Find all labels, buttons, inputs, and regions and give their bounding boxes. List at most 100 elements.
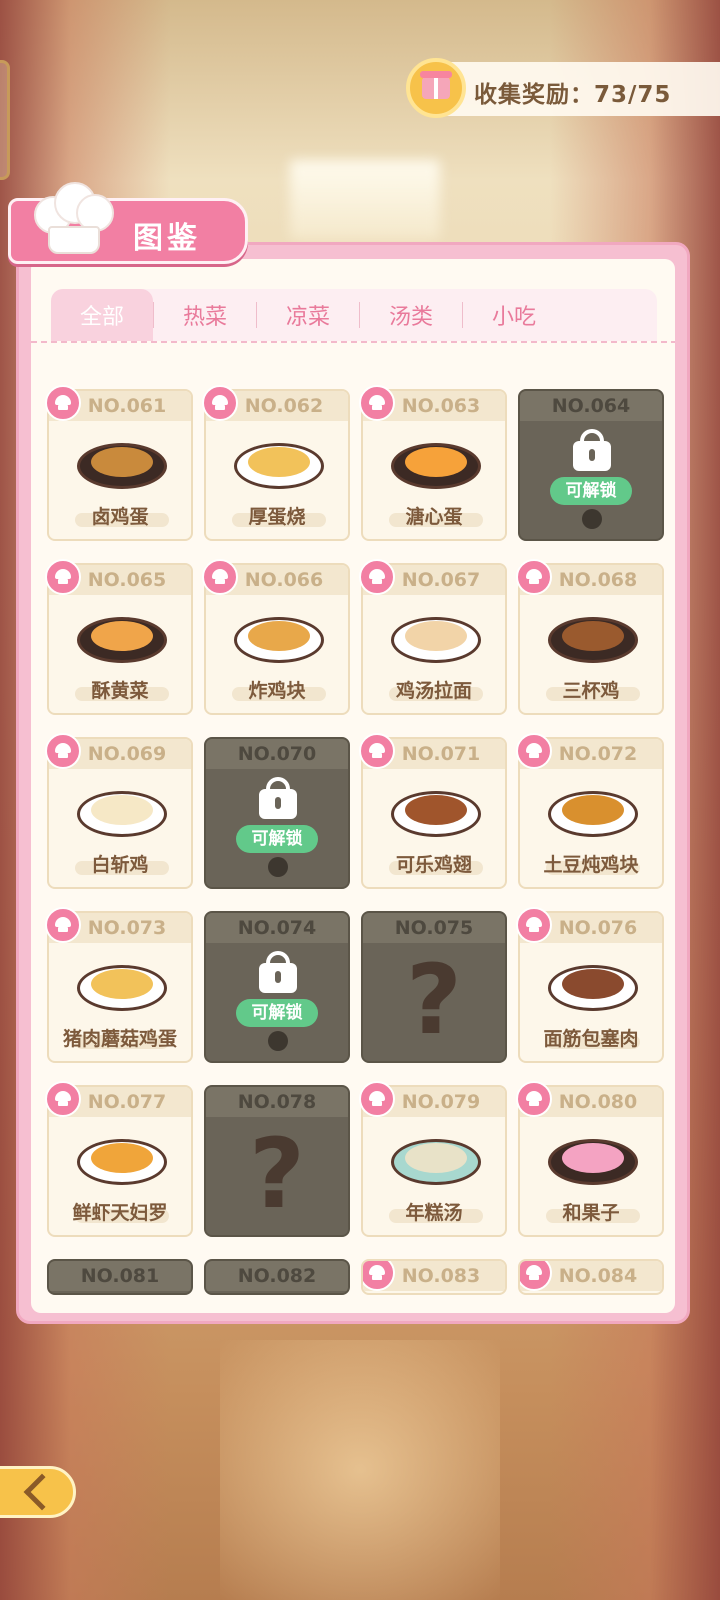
tab-2[interactable]: 凉菜	[257, 289, 359, 341]
dish-name: 卤鸡蛋	[91, 506, 149, 528]
dish-image	[77, 781, 167, 841]
dish-number: NO.074	[206, 913, 348, 943]
dish-image	[234, 607, 324, 667]
dish-image	[548, 955, 638, 1015]
dish-image	[391, 433, 481, 493]
tab-4[interactable]: 小吃	[463, 289, 565, 341]
chef-badge-icon	[202, 559, 238, 595]
dish-card[interactable]: NO.077 鲜虾天妇罗	[45, 1081, 193, 1237]
dish-name: 三杯鸡	[562, 680, 620, 702]
mini-hat-icon	[54, 395, 72, 411]
dish-card[interactable]: NO.078?	[204, 1085, 350, 1237]
tab-3[interactable]: 汤类	[360, 289, 462, 341]
dish-card[interactable]: NO.065 酥黄菜	[45, 559, 193, 715]
mini-hat-icon	[525, 917, 543, 933]
dish-name: 白斩鸡	[91, 854, 149, 876]
dish-card[interactable]: NO.082	[204, 1259, 350, 1295]
tab-0[interactable]: 全部	[51, 289, 153, 341]
mini-hat-icon	[211, 569, 229, 585]
chef-badge-icon	[516, 559, 552, 595]
unlock-button[interactable]: 可解锁	[550, 477, 632, 505]
chef-badge-icon	[359, 559, 395, 595]
food	[91, 1143, 153, 1173]
dish-image	[391, 607, 481, 667]
dish-card[interactable]: NO.080 和果子	[516, 1081, 664, 1237]
dish-number: NO.075	[363, 913, 505, 943]
dish-card[interactable]: NO.070 可解锁	[204, 737, 350, 889]
dish-card[interactable]: NO.067 鸡汤拉面	[359, 559, 507, 715]
chef-badge-icon	[359, 733, 395, 769]
dish-name: 酥黄菜	[91, 680, 149, 702]
dish-image	[391, 1129, 481, 1189]
mini-hat-icon	[211, 395, 229, 411]
mini-hat-icon	[525, 1091, 543, 1107]
dish-number: NO.078	[206, 1087, 348, 1117]
back-button[interactable]	[0, 1466, 76, 1518]
mini-hat-icon	[54, 1091, 72, 1107]
chef-badge-icon	[45, 385, 81, 421]
back-arrow-icon	[23, 1473, 61, 1511]
panel-inner: 全部 热菜 凉菜 汤类 小吃 NO.061 卤鸡蛋 NO.062 厚蛋烧 NO.063 溏心蛋 NO…	[31, 259, 675, 1313]
food	[405, 795, 467, 825]
food	[562, 795, 624, 825]
dish-card[interactable]: NO.075?	[361, 911, 507, 1063]
dish-card[interactable]: NO.084	[518, 1259, 664, 1295]
food	[248, 447, 310, 477]
dish-image	[77, 955, 167, 1015]
dish-card[interactable]: NO.068 三杯鸡	[516, 559, 664, 715]
chef-badge-icon	[45, 1081, 81, 1117]
dish-card[interactable]: NO.083	[361, 1259, 507, 1295]
dish-card[interactable]: NO.061 卤鸡蛋	[45, 385, 193, 541]
dish-image	[548, 1129, 638, 1189]
mini-hat-icon	[54, 743, 72, 759]
dish-card[interactable]: NO.081	[47, 1259, 193, 1295]
unlock-button[interactable]: 可解锁	[236, 999, 318, 1027]
dish-card[interactable]: NO.071 可乐鸡翅	[359, 733, 507, 889]
dish-name: 鲜虾天妇罗	[72, 1202, 168, 1224]
dish-card[interactable]: NO.064 可解锁	[518, 389, 664, 541]
food	[91, 621, 153, 651]
chef-badge-icon	[516, 907, 552, 943]
dish-card[interactable]: NO.079 年糕汤	[359, 1081, 507, 1237]
dish-number: NO.082	[206, 1261, 348, 1291]
mini-hat-icon	[368, 395, 386, 411]
dish-image	[548, 781, 638, 841]
chef-badge-icon	[45, 733, 81, 769]
food	[248, 621, 310, 651]
dish-card[interactable]: NO.063 溏心蛋	[359, 385, 507, 541]
dish-card[interactable]: NO.074 可解锁	[204, 911, 350, 1063]
dish-card[interactable]: NO.073 猪肉蘑菇鸡蛋	[45, 907, 193, 1063]
dish-name: 面筋包塞肉	[543, 1028, 639, 1050]
dish-card[interactable]: NO.072 土豆炖鸡块	[516, 733, 664, 889]
mini-hat-icon	[54, 569, 72, 585]
chef-badge-icon	[359, 1081, 395, 1117]
food	[91, 447, 153, 477]
dish-number: NO.081	[49, 1261, 191, 1291]
unlock-button[interactable]: 可解锁	[236, 825, 318, 853]
collection-reward[interactable]: 收集奖励：73/75	[406, 58, 720, 118]
dish-number: NO.064	[520, 391, 662, 421]
mini-hat-icon	[54, 917, 72, 933]
dish-card[interactable]: NO.062 厚蛋烧	[202, 385, 350, 541]
chef-hat-icon	[30, 182, 114, 260]
food	[562, 1143, 624, 1173]
chef-badge-icon	[45, 559, 81, 595]
tab-1[interactable]: 热菜	[154, 289, 256, 341]
food	[405, 1143, 467, 1173]
dish-image	[77, 1129, 167, 1189]
chef-badge-icon	[516, 1081, 552, 1117]
food	[562, 969, 624, 999]
dish-name: 鸡汤拉面	[395, 680, 472, 702]
reward-label: 收集奖励：73/75	[474, 82, 672, 108]
dish-card[interactable]: NO.076 面筋包塞肉	[516, 907, 664, 1063]
dish-name: 炸鸡块	[248, 680, 306, 702]
lock-keyhole	[275, 971, 281, 983]
food	[91, 795, 153, 825]
lock-keyhole	[589, 449, 595, 461]
dish-card[interactable]: NO.066 炸鸡块	[202, 559, 350, 715]
dish-card[interactable]: NO.069 白斩鸡	[45, 733, 193, 889]
ceiling-light	[290, 160, 440, 240]
dish-image	[548, 607, 638, 667]
side-tab[interactable]	[0, 60, 10, 180]
unknown-question-icon: ?	[249, 1118, 305, 1230]
